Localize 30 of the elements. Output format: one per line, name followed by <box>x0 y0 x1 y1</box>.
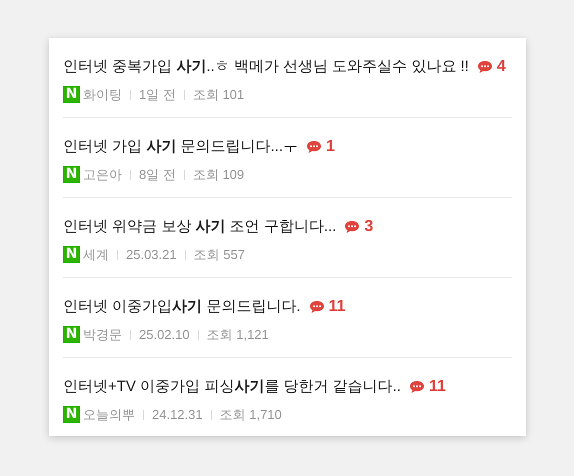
comment-count: 1 <box>326 137 335 157</box>
view-count: 조회 557 <box>194 246 245 264</box>
author-name: 세계 <box>83 246 109 264</box>
author-name: 박경문 <box>83 326 122 344</box>
view-count: 조회 101 <box>192 86 244 104</box>
comment-count: 3 <box>364 217 374 237</box>
post-date: 24.12.31 <box>152 406 203 424</box>
view-count: 조회 1,710 <box>220 406 282 424</box>
post-title-link[interactable]: 인터넷 가입 사기 문의드립니다...ㅜ <box>63 136 298 158</box>
post-date: 25.02.10 <box>139 326 190 344</box>
author-name: 오늘의뿌 <box>83 406 135 424</box>
comment-count: 4 <box>496 57 506 77</box>
post-date: 8일 전 <box>139 166 176 184</box>
post-title-link[interactable]: 인터넷 위약금 보상 사기 조언 구합니다... <box>63 216 336 238</box>
author-name: 고은아 <box>83 166 122 184</box>
naver-logo-icon: N <box>63 86 80 104</box>
author-name: 화이팅 <box>83 86 122 104</box>
view-count: 조회 109 <box>192 166 244 184</box>
naver-logo-icon: N <box>63 406 80 424</box>
post-title-link[interactable]: 인터넷 중복가입 사기..ㅎ 백메가 선생님 도와주실수 있나요 !! <box>63 56 469 78</box>
naver-logo-icon: N <box>63 326 80 344</box>
comment-count: 11 <box>328 297 346 317</box>
naver-logo-icon: N <box>63 246 80 264</box>
comment-count: 11 <box>428 377 446 397</box>
post-title-link[interactable]: 인터넷 이중가입사기 문의드립니다. <box>63 296 301 318</box>
post-title-link[interactable]: 인터넷+TV 이중가입 피싱사기를 당한거 같습니다.. <box>63 376 401 398</box>
naver-logo-icon: N <box>63 166 80 184</box>
view-count: 조회 1,121 <box>206 326 269 344</box>
post-date: 1일 전 <box>139 86 176 104</box>
post-date: 25.03.21 <box>126 246 177 264</box>
